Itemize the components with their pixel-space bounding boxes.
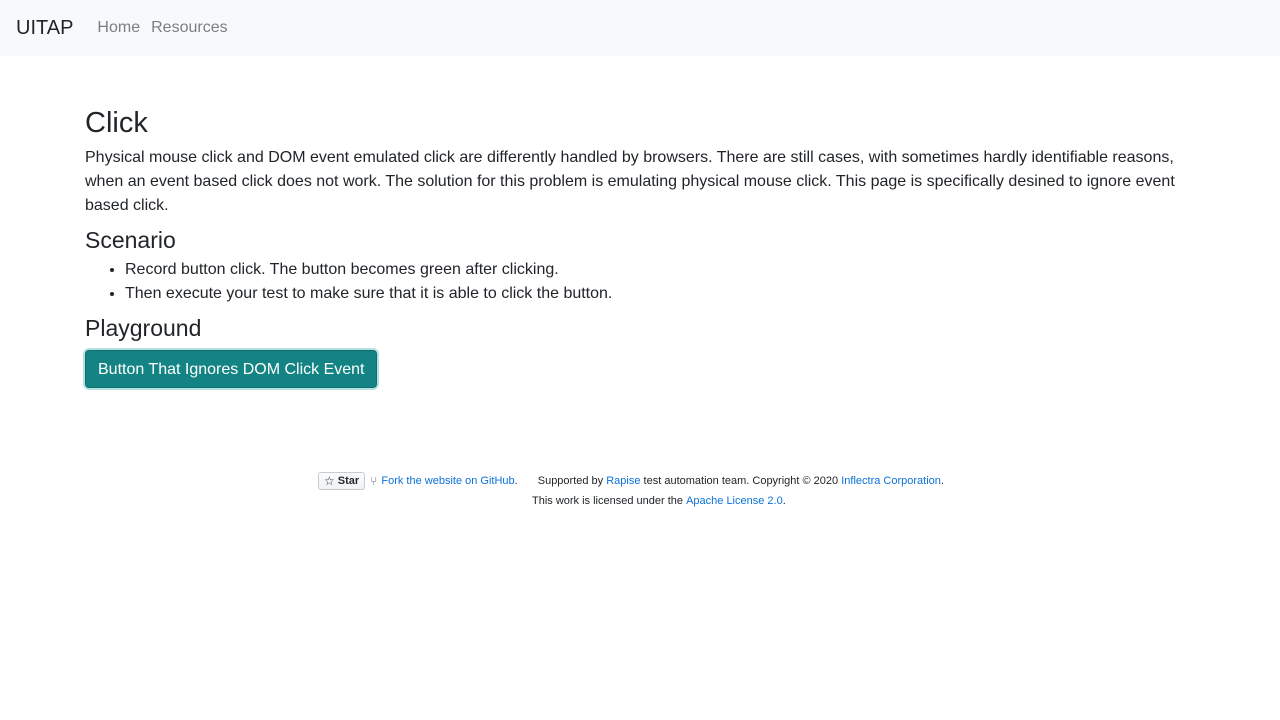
scenario-list: Record button click. The button becomes … bbox=[85, 258, 1195, 306]
github-star-button[interactable]: ☆ Star bbox=[318, 472, 366, 490]
fork-suffix: . bbox=[514, 475, 518, 487]
inflectra-link[interactable]: Inflectra Corporation bbox=[841, 475, 941, 487]
supported-suffix: . bbox=[940, 475, 944, 487]
footer-line-1: ☆ Star ⑂ Fork the website on GitHub . Su… bbox=[318, 470, 944, 492]
top-navbar: UITAP Home Resources bbox=[0, 0, 1280, 56]
supported-prefix: Supported by bbox=[537, 475, 604, 487]
page-title: Click bbox=[85, 107, 148, 139]
playground-heading: Playground bbox=[85, 315, 202, 341]
scenario-item: Record button click. The button becomes … bbox=[125, 258, 1195, 282]
page-description: Physical mouse click and DOM event emula… bbox=[85, 149, 1175, 214]
scenario-heading: Scenario bbox=[85, 227, 176, 253]
star-label: Star bbox=[337, 475, 360, 487]
fork-icon: ⑂ bbox=[370, 474, 378, 488]
license-suffix: . bbox=[782, 495, 786, 507]
rapise-link[interactable]: Rapise bbox=[606, 475, 640, 487]
supported-middle: test automation team. Copyright © 2020 bbox=[643, 475, 839, 487]
scenario-item: Then execute your test to make sure that… bbox=[125, 282, 1195, 306]
nav-link-resources[interactable]: Resources bbox=[151, 19, 227, 37]
star-icon: ☆ bbox=[324, 474, 335, 488]
main-content: Click Physical mouse click and DOM event… bbox=[85, 56, 1195, 388]
ignore-dom-click-button[interactable]: Button That Ignores DOM Click Event bbox=[85, 350, 378, 388]
nav-link-home[interactable]: Home bbox=[97, 19, 140, 37]
license-prefix: This work is licensed under the bbox=[532, 495, 684, 507]
apache-license-link[interactable]: Apache License 2.0 bbox=[686, 495, 783, 507]
fork-github-link[interactable]: Fork the website on GitHub bbox=[381, 475, 514, 487]
brand-link[interactable]: UITAP bbox=[16, 17, 73, 40]
footer-line-2: This work is licensed under the Apache L… bbox=[532, 495, 786, 507]
